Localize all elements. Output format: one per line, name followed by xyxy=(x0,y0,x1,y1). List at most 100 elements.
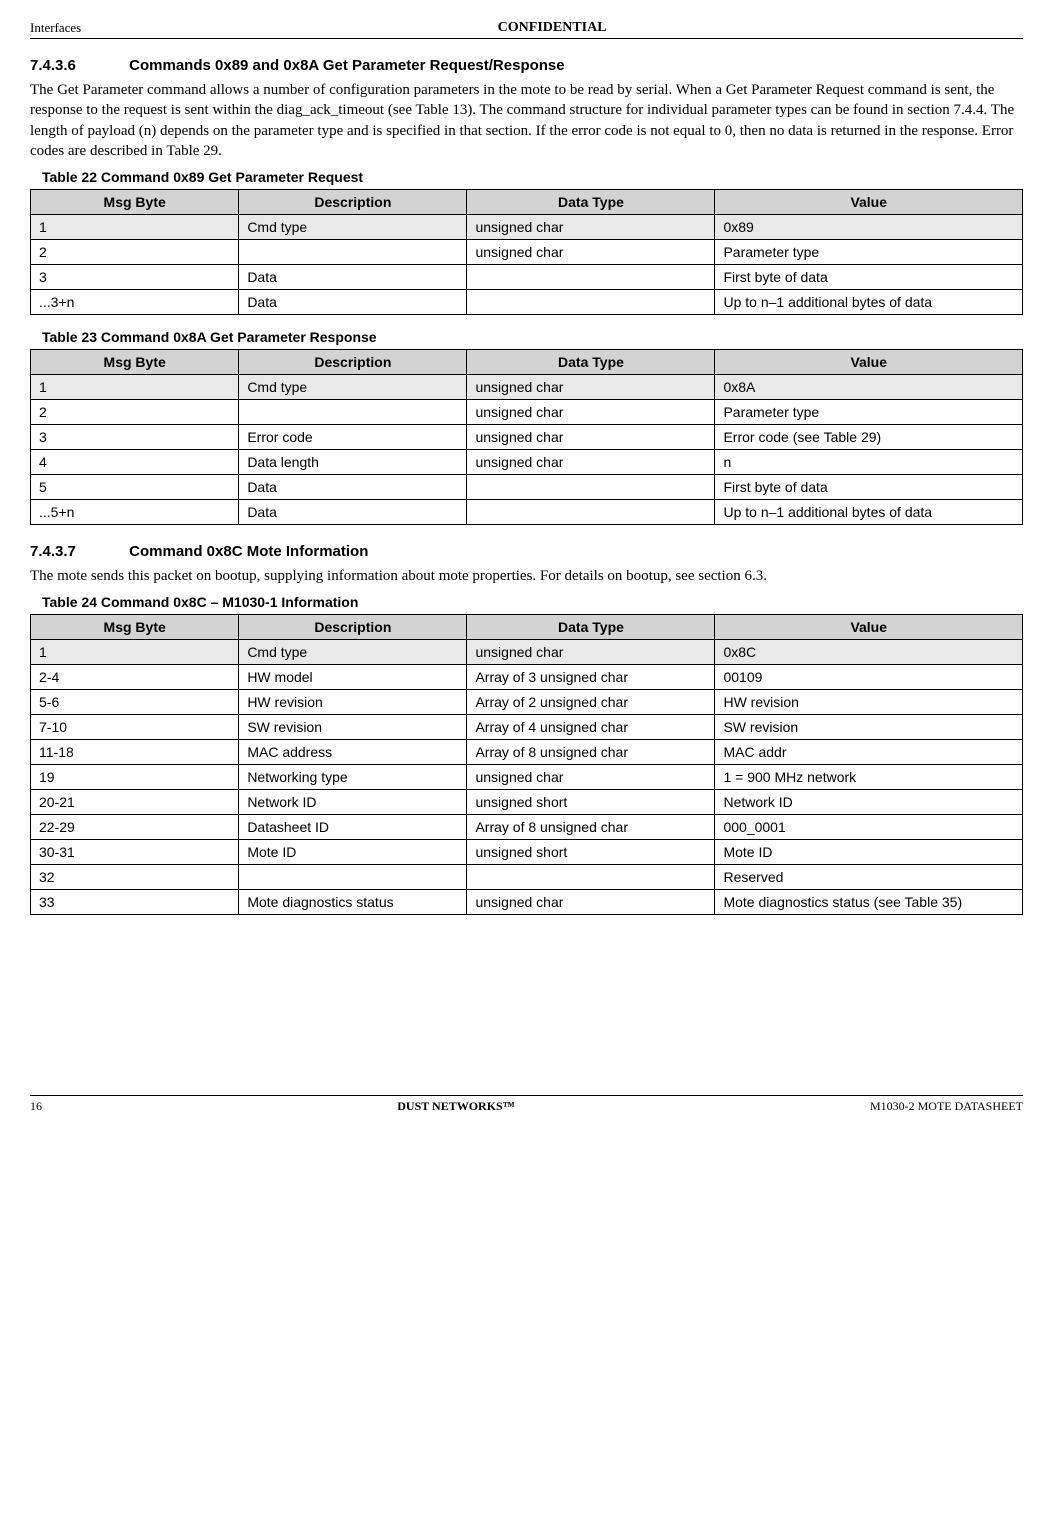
table-cell: Array of 3 unsigned char xyxy=(467,665,715,690)
table22-body: 1Cmd typeunsigned char0x892unsigned char… xyxy=(31,215,1023,315)
table-cell: Parameter type xyxy=(715,400,1023,425)
table-cell: Network ID xyxy=(715,790,1023,815)
table-cell: unsigned char xyxy=(467,400,715,425)
section-title: Commands 0x89 and 0x8A Get Parameter Req… xyxy=(129,57,564,74)
table-cell: Cmd type xyxy=(239,640,467,665)
table-cell: HW revision xyxy=(239,690,467,715)
table-cell: Datasheet ID xyxy=(239,815,467,840)
table-cell xyxy=(239,240,467,265)
table-cell: unsigned char xyxy=(467,375,715,400)
table24: Msg Byte Description Data Type Value 1Cm… xyxy=(30,614,1023,915)
table-row: 3Error codeunsigned charError code (see … xyxy=(31,425,1023,450)
table-cell xyxy=(239,400,467,425)
table-cell: unsigned char xyxy=(467,765,715,790)
table-cell: 2 xyxy=(31,400,239,425)
table-cell xyxy=(467,290,715,315)
th-data-type: Data Type xyxy=(467,615,715,640)
header-left: Interfaces xyxy=(30,20,81,36)
table-cell: Data xyxy=(239,475,467,500)
table22: Msg Byte Description Data Type Value 1Cm… xyxy=(30,189,1023,315)
table-row: 30-31Mote IDunsigned shortMote ID xyxy=(31,840,1023,865)
table-cell: 1 xyxy=(31,375,239,400)
section-num: 7.4.3.7 xyxy=(30,543,125,560)
page-footer: 16 DUST NETWORKS™ M1030-2 MOTE DATASHEET xyxy=(30,1095,1023,1114)
table-row: 7-10SW revisionArray of 4 unsigned charS… xyxy=(31,715,1023,740)
table-cell: Array of 8 unsigned char xyxy=(467,740,715,765)
table-cell: unsigned char xyxy=(467,640,715,665)
table-cell: unsigned char xyxy=(467,450,715,475)
table-cell: 0x8A xyxy=(715,375,1023,400)
table-cell xyxy=(467,265,715,290)
table-row: 1Cmd typeunsigned char0x8C xyxy=(31,640,1023,665)
page-header: Interfaces CONFIDENTIAL xyxy=(30,20,1023,39)
table-cell: 000_0001 xyxy=(715,815,1023,840)
table-row: 19Networking typeunsigned char1 = 900 MH… xyxy=(31,765,1023,790)
table-header-row: Msg Byte Description Data Type Value xyxy=(31,615,1023,640)
table-row: ...5+nData Up to n–1 additional bytes of … xyxy=(31,500,1023,525)
table-cell: 0x8C xyxy=(715,640,1023,665)
table-row: 22-29Datasheet IDArray of 8 unsigned cha… xyxy=(31,815,1023,840)
section-body: The Get Parameter command allows a numbe… xyxy=(30,80,1023,161)
th-data-type: Data Type xyxy=(467,350,715,375)
th-description: Description xyxy=(239,350,467,375)
table-cell: SW revision xyxy=(239,715,467,740)
table-row: 2unsigned charParameter type xyxy=(31,240,1023,265)
table-cell: 0x89 xyxy=(715,215,1023,240)
th-description: Description xyxy=(239,615,467,640)
table-cell: ...3+n xyxy=(31,290,239,315)
table-cell: ...5+n xyxy=(31,500,239,525)
table-cell: Mote ID xyxy=(239,840,467,865)
section-title: Command 0x8C Mote Information xyxy=(129,543,368,560)
table-cell: unsigned char xyxy=(467,425,715,450)
section-heading-7-4-3-6: 7.4.3.6 Commands 0x89 and 0x8A Get Param… xyxy=(30,57,1023,74)
table-row: 4Data lengthunsigned charn xyxy=(31,450,1023,475)
table-row: 5-6HW revisionArray of 2 unsigned charHW… xyxy=(31,690,1023,715)
th-value: Value xyxy=(715,350,1023,375)
table-cell: Mote diagnostics status xyxy=(239,890,467,915)
table-cell: 2-4 xyxy=(31,665,239,690)
table-cell: Data xyxy=(239,290,467,315)
table-cell: First byte of data xyxy=(715,475,1023,500)
table-cell: n xyxy=(715,450,1023,475)
th-description: Description xyxy=(239,190,467,215)
table-cell: HW revision xyxy=(715,690,1023,715)
table-cell: Error code (see Table 29) xyxy=(715,425,1023,450)
table-row: 20-21Network IDunsigned shortNetwork ID xyxy=(31,790,1023,815)
table-row: 5DataFirst byte of data xyxy=(31,475,1023,500)
table-cell: Error code xyxy=(239,425,467,450)
table-row: 3DataFirst byte of data xyxy=(31,265,1023,290)
th-data-type: Data Type xyxy=(467,190,715,215)
table-cell: 30-31 xyxy=(31,840,239,865)
table-cell xyxy=(467,475,715,500)
table-cell: 7-10 xyxy=(31,715,239,740)
table-cell: Up to n–1 additional bytes of data xyxy=(715,500,1023,525)
table-cell: 3 xyxy=(31,265,239,290)
table-cell: SW revision xyxy=(715,715,1023,740)
table-cell: HW model xyxy=(239,665,467,690)
table-cell: Network ID xyxy=(239,790,467,815)
table-cell: Mote diagnostics status (see Table 35) xyxy=(715,890,1023,915)
table-header-row: Msg Byte Description Data Type Value xyxy=(31,190,1023,215)
table22-caption: Table 22 Command 0x89 Get Parameter Requ… xyxy=(42,169,1023,185)
footer-center-text: DUST NETWORKS™ xyxy=(397,1099,514,1113)
table-cell: 4 xyxy=(31,450,239,475)
table-cell: 11-18 xyxy=(31,740,239,765)
table24-body: 1Cmd typeunsigned char0x8C2-4HW modelArr… xyxy=(31,640,1023,915)
table-cell: 33 xyxy=(31,890,239,915)
table-cell: unsigned short xyxy=(467,840,715,865)
table-cell: 20-21 xyxy=(31,790,239,815)
table-cell xyxy=(467,865,715,890)
table-cell: Data length xyxy=(239,450,467,475)
table-cell: 5-6 xyxy=(31,690,239,715)
th-msg-byte: Msg Byte xyxy=(31,615,239,640)
table23: Msg Byte Description Data Type Value 1Cm… xyxy=(30,349,1023,525)
table-cell: 00109 xyxy=(715,665,1023,690)
table-cell: Data xyxy=(239,500,467,525)
table-cell: 1 xyxy=(31,640,239,665)
table-row: 1Cmd typeunsigned char0x8A xyxy=(31,375,1023,400)
footer-right: M1030-2 MOTE DATASHEET xyxy=(870,1099,1023,1114)
table-cell: 3 xyxy=(31,425,239,450)
table-cell: unsigned char xyxy=(467,240,715,265)
table-cell: MAC addr xyxy=(715,740,1023,765)
table-cell: First byte of data xyxy=(715,265,1023,290)
